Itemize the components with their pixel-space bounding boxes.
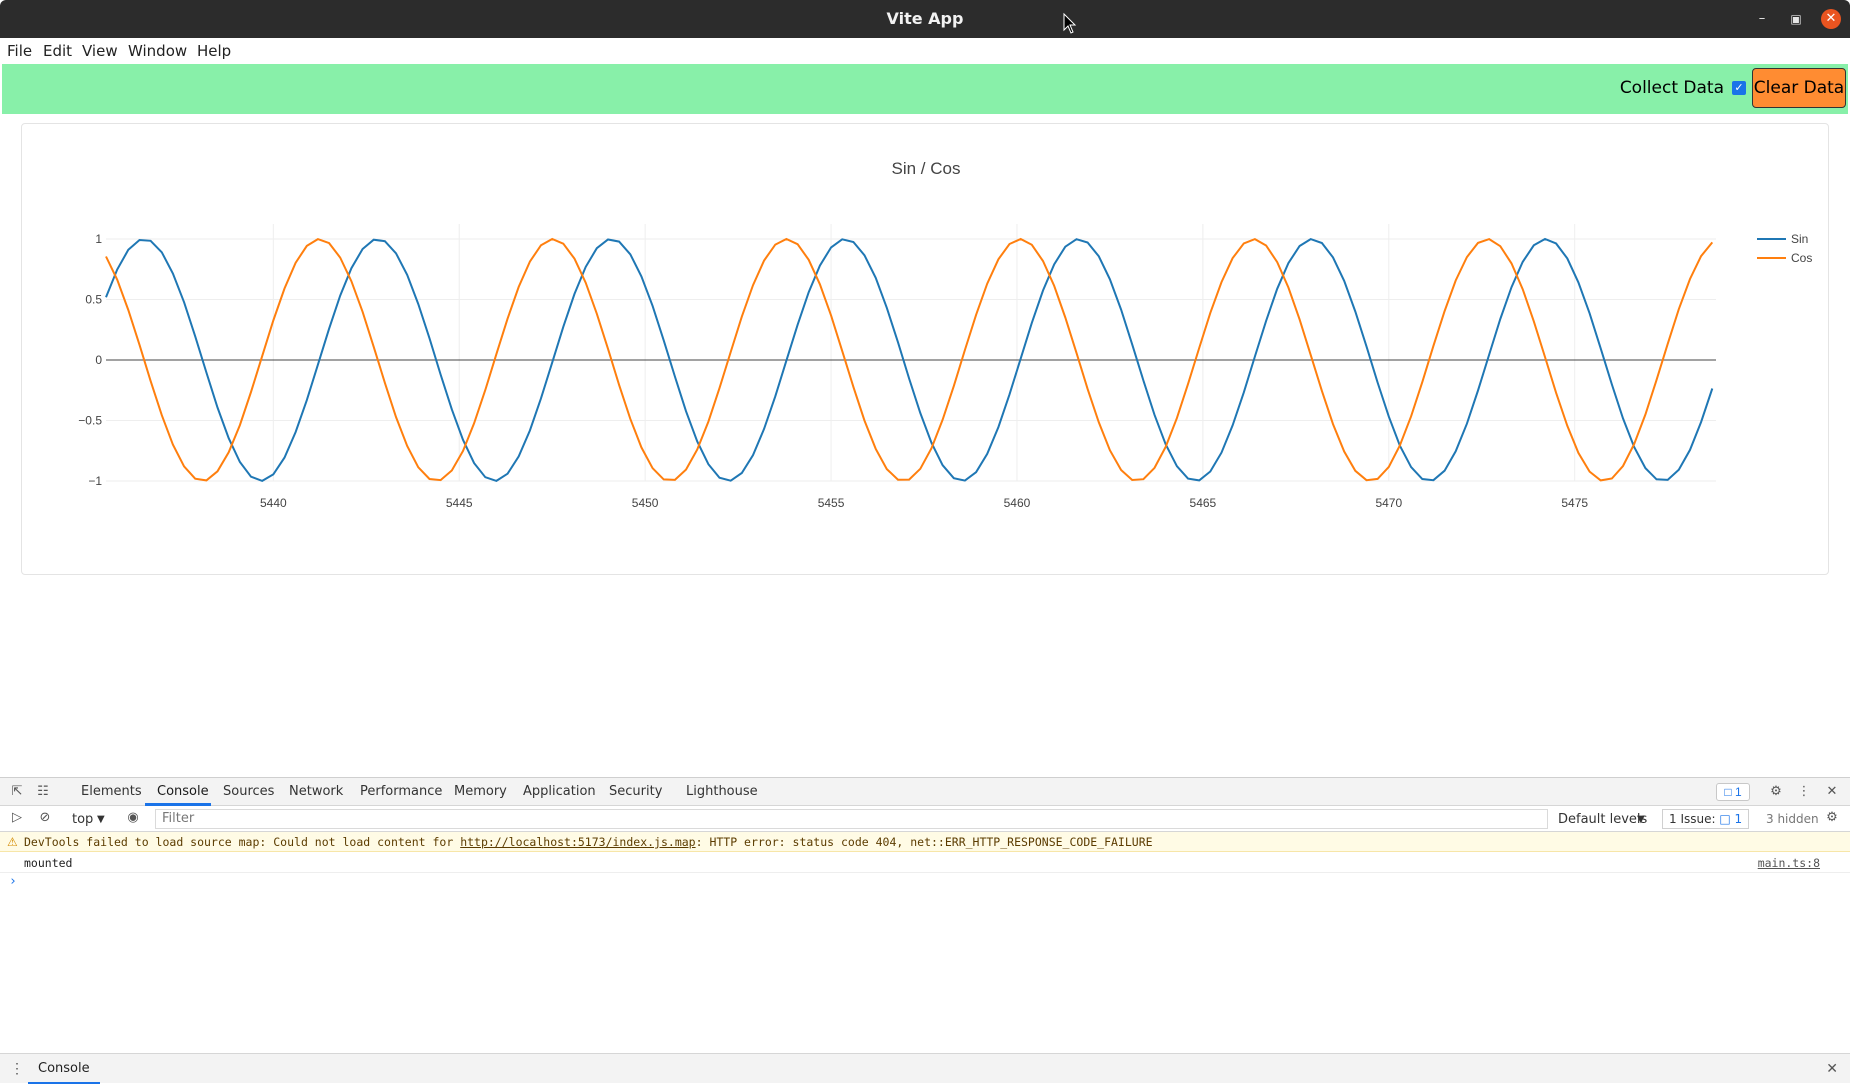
- console-filter-input[interactable]: Filter: [155, 809, 1548, 829]
- device-toolbar-icon[interactable]: ☷: [34, 783, 52, 801]
- tab-performance[interactable]: Performance: [360, 784, 442, 799]
- warning-icon: ⚠: [7, 835, 18, 849]
- sidebar-toggle-icon[interactable]: ▷: [8, 809, 26, 827]
- x-tick-label: 5460: [1004, 496, 1031, 510]
- app-header: Collect Data ✓ Clear Data: [2, 64, 1848, 114]
- x-tick-label: 5440: [260, 496, 287, 510]
- tab-application[interactable]: Application: [523, 784, 596, 799]
- issues-label: 1 Issue:: [1669, 812, 1716, 826]
- menu-view[interactable]: View: [82, 42, 118, 60]
- y-tick-label: −0.5: [78, 414, 102, 428]
- issues-button[interactable]: 1 Issue: □ 1: [1662, 809, 1750, 829]
- sin-cos-chart: Sin / Cos 5440 5445 5450 5455 5460 5465 5470 54…: [78, 159, 1812, 510]
- warning-prefix: DevTools failed to load source map: Coul…: [24, 835, 461, 849]
- menu-window[interactable]: Window: [128, 42, 187, 60]
- tab-console[interactable]: Console: [157, 784, 209, 799]
- drawer-menu-icon[interactable]: ⋮: [10, 1060, 24, 1077]
- more-options-icon[interactable]: ⋮: [1795, 783, 1813, 801]
- y-tick-label: 1: [95, 232, 102, 246]
- settings-gear-icon[interactable]: ⚙: [1767, 783, 1785, 801]
- collect-data-checkbox[interactable]: ✓: [1732, 81, 1746, 95]
- log-source-link[interactable]: main.ts:8: [1758, 856, 1820, 870]
- hidden-count: 3 hidden: [1766, 812, 1819, 826]
- x-tick-label: 5475: [1561, 496, 1588, 510]
- window-titlebar: Vite App – ▣ ✕: [0, 0, 1850, 38]
- tab-security[interactable]: Security: [609, 784, 662, 799]
- devtools-panel: ⇱ ☷ Elements Console Sources Network Per…: [0, 777, 1850, 1084]
- tab-elements[interactable]: Elements: [81, 784, 142, 799]
- x-tick-label: 5470: [1375, 496, 1402, 510]
- tab-network[interactable]: Network: [289, 784, 343, 799]
- menu-help[interactable]: Help: [197, 42, 231, 60]
- menu-edit[interactable]: Edit: [43, 42, 72, 60]
- y-tick-label: 0: [95, 353, 102, 367]
- live-expression-eye-icon[interactable]: ◉: [124, 809, 142, 827]
- issues-badge-count: 1: [1734, 785, 1742, 799]
- close-window-icon[interactable]: ✕: [1821, 9, 1841, 29]
- clear-console-icon[interactable]: ⊘: [36, 809, 54, 827]
- context-selector[interactable]: top: [72, 812, 93, 827]
- legend-label-sin: Sin: [1791, 232, 1808, 246]
- tab-lighthouse[interactable]: Lighthouse: [686, 784, 758, 799]
- menu-file[interactable]: File: [7, 42, 32, 60]
- x-tick-label: 5445: [446, 496, 473, 510]
- log-levels-dropdown[interactable]: Default levels: [1558, 812, 1647, 827]
- message-icon: □: [1724, 785, 1732, 799]
- y-tick-label: −1: [88, 474, 102, 488]
- context-dropdown-icon[interactable]: ▼: [97, 814, 105, 825]
- minimize-icon[interactable]: –: [1752, 9, 1772, 29]
- warning-message: DevTools failed to load source map: Coul…: [24, 835, 1153, 849]
- drawer-tab-console[interactable]: Console: [28, 1054, 100, 1084]
- x-tick-label: 5450: [632, 496, 659, 510]
- y-tick-label: 0.5: [85, 293, 102, 307]
- console-warning-row: ⚠ DevTools failed to load source map: Co…: [0, 832, 1850, 852]
- devtools-tab-bar: ⇱ ☷ Elements Console Sources Network Per…: [0, 778, 1850, 806]
- warning-suffix: : HTTP error: status code 404, net::ERR_…: [695, 835, 1153, 849]
- inspect-element-icon[interactable]: ⇱: [8, 783, 26, 801]
- issues-message-icon: □: [1719, 812, 1731, 826]
- levels-dropdown-icon[interactable]: ▼: [1637, 814, 1645, 825]
- tab-memory[interactable]: Memory: [454, 784, 507, 799]
- console-filter-bar: ▷ ⊘ top ▼ ◉ Filter Default levels ▼ 1 Is…: [0, 806, 1850, 832]
- chart-panel: Sin / Cos 5440 5445 5450 5455 5460 5465 5470 54…: [21, 123, 1829, 575]
- close-devtools-icon[interactable]: ✕: [1823, 783, 1841, 801]
- tab-sources[interactable]: Sources: [223, 784, 274, 799]
- console-settings-gear-icon[interactable]: ⚙: [1823, 809, 1841, 827]
- menu-bar: File Edit View Window Help: [0, 38, 1850, 64]
- log-message: mounted: [24, 856, 73, 870]
- legend-label-cos: Cos: [1791, 251, 1812, 265]
- issues-badge[interactable]: □ 1: [1716, 783, 1750, 801]
- source-map-link[interactable]: http://localhost:5173/index.js.map: [460, 835, 695, 849]
- mouse-cursor-icon: [1063, 12, 1077, 34]
- x-tick-label: 5455: [818, 496, 845, 510]
- clear-data-button[interactable]: Clear Data: [1752, 68, 1846, 108]
- console-prompt[interactable]: ›: [9, 874, 17, 889]
- issues-count: 1: [1734, 812, 1743, 826]
- chart-title: Sin / Cos: [892, 159, 961, 178]
- console-log-row: mounted main.ts:8: [0, 853, 1850, 873]
- x-tick-label: 5465: [1190, 496, 1217, 510]
- close-drawer-icon[interactable]: ✕: [1826, 1060, 1838, 1077]
- devtools-drawer: ⋮ Console ✕: [0, 1053, 1850, 1084]
- maximize-icon[interactable]: ▣: [1786, 9, 1806, 29]
- collect-data-label: Collect Data: [1619, 78, 1724, 98]
- window-title: Vite App: [886, 9, 964, 28]
